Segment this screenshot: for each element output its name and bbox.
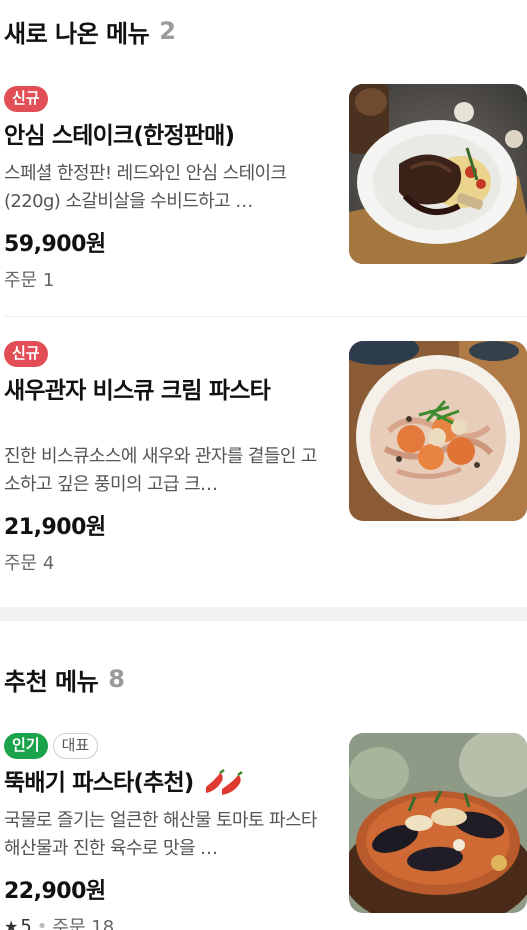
new-menu-header: 새로 나온 메뉴 2 xyxy=(0,0,527,62)
item-description: 국물로 즐기는 얼큰한 해산물 토마토 파스타 해산물과 진한 육수로 맛을 … xyxy=(4,810,317,859)
recommended-menu-header: 추천 메뉴 8 xyxy=(0,621,527,711)
new-badge: 신규 xyxy=(4,341,48,367)
signature-badge: 대표 xyxy=(52,733,99,759)
section-title: 추천 메뉴 xyxy=(4,667,99,696)
item-info: 신규 안심 스테이크(한정판매) 스페셜 한정판! 레드와인 안심 스테이크 (… xyxy=(4,86,326,292)
item-info: 신규 새우관자 비스큐 크림 파스타 진한 비스큐소스에 새우와 관자를 곁들인… xyxy=(4,341,326,575)
badge-row: 신규 xyxy=(4,341,326,367)
menu-item-steak[interactable]: 신규 안심 스테이크(한정판매) 스페셜 한정판! 레드와인 안심 스테이크 (… xyxy=(0,62,527,292)
new-badge: 신규 xyxy=(4,86,48,112)
dot-separator: • xyxy=(36,915,48,930)
rating-value: 5 xyxy=(20,915,32,930)
item-price: 59,900원 xyxy=(4,232,106,257)
item-name: 새우관자 비스큐 크림 파스타 xyxy=(4,378,271,404)
order-count: 주문 4 xyxy=(4,553,55,574)
section-count: 2 xyxy=(159,17,176,45)
item-name-text: 뚝배기 파스타(추천) xyxy=(4,770,194,796)
item-meta: 주문 1 xyxy=(4,266,326,292)
order-count: 주문 1 xyxy=(4,270,55,291)
menu-item-ttukbaegi-pasta[interactable]: 인기 대표 뚝배기 파스타(추천) 국물로 즐기는 얼큰한 해산물 토마토 파스… xyxy=(0,711,527,930)
item-name: 안심 스테이크(한정판매) xyxy=(4,123,235,149)
seafood-pasta-photo[interactable] xyxy=(349,733,527,913)
item-description: 진한 비스큐소스에 새우와 관자를 곁들인 고소하고 깊은 풍미의 고급 크… xyxy=(4,446,317,495)
popular-badge: 인기 xyxy=(4,733,48,759)
item-description: 스페셜 한정판! 레드와인 안심 스테이크 (220g) 소갈비살을 수비드하고… xyxy=(4,163,287,212)
steak-photo[interactable] xyxy=(349,84,527,264)
order-count: 주문 18 xyxy=(52,917,115,930)
section-separator xyxy=(0,607,527,621)
section-count: 8 xyxy=(108,665,125,693)
item-info: 인기 대표 뚝배기 파스타(추천) 국물로 즐기는 얼큰한 해산물 토마토 파스… xyxy=(4,733,326,930)
menu-item-shrimp-pasta[interactable]: 신규 새우관자 비스큐 크림 파스타 진한 비스큐소스에 새우와 관자를 곁들인… xyxy=(0,317,527,575)
menu-page: 새로 나온 메뉴 2 신규 안심 스테이크(한정판매) 스페셜 한정판! 레드와… xyxy=(0,0,527,930)
badge-row: 신규 xyxy=(4,86,326,112)
chili-peppers-icon xyxy=(202,769,246,797)
item-price: 21,900원 xyxy=(4,515,106,540)
badge-row: 인기 대표 xyxy=(4,733,326,759)
star-icon: ★ xyxy=(4,916,19,930)
item-name: 뚝배기 파스타(추천) xyxy=(4,767,326,799)
item-price: 22,900원 xyxy=(4,879,106,904)
item-meta: 주문 4 xyxy=(4,549,326,575)
item-meta: ★ 5 • 주문 18 xyxy=(4,913,326,930)
section-title: 새로 나온 메뉴 xyxy=(4,19,150,48)
shrimp-pasta-photo[interactable] xyxy=(349,341,527,521)
